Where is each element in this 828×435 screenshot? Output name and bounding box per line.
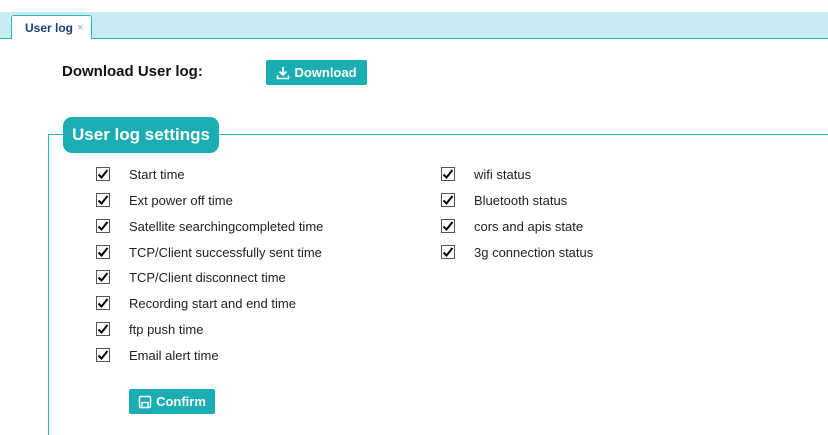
option-email-alert-time[interactable]: Email alert time — [96, 346, 219, 364]
checkbox[interactable] — [441, 193, 455, 207]
check-icon — [442, 195, 454, 205]
option-ext-power-off-time[interactable]: Ext power off time — [96, 191, 233, 209]
option-label: TCP/Client disconnect time — [129, 269, 286, 285]
checkbox[interactable] — [96, 348, 110, 362]
option-recording-time[interactable]: Recording start and end time — [96, 294, 296, 312]
checkbox[interactable] — [441, 167, 455, 181]
tab-label: User log — [25, 20, 74, 35]
option-wifi-status[interactable]: wifi status — [441, 165, 531, 183]
option-label: Email alert time — [129, 347, 219, 363]
option-satellite-searching-time[interactable]: Satellite searchingcompleted time — [96, 217, 323, 235]
checkbox[interactable] — [96, 270, 110, 284]
settings-title: User log settings — [63, 117, 219, 153]
download-button-label: Download — [294, 65, 357, 80]
check-icon — [97, 247, 109, 257]
confirm-button-label: Confirm — [156, 394, 206, 409]
check-icon — [442, 221, 454, 231]
tab-user-log[interactable]: User log × — [11, 15, 92, 39]
option-label: 3g connection status — [474, 244, 594, 260]
option-label: Ext power off time — [129, 192, 233, 208]
save-icon — [138, 395, 152, 408]
option-3g-connection-status[interactable]: 3g connection status — [441, 243, 593, 261]
option-label: ftp push time — [129, 321, 204, 337]
option-label: TCP/Client successfully sent time — [129, 244, 322, 260]
checkbox[interactable] — [441, 219, 455, 233]
option-tcp-sent-time[interactable]: TCP/Client successfully sent time — [96, 243, 322, 261]
option-label: Start time — [129, 166, 185, 182]
download-icon — [277, 66, 290, 79]
confirm-button[interactable]: Confirm — [129, 389, 215, 414]
option-label: cors and apis state — [474, 218, 584, 234]
checkbox[interactable] — [441, 245, 455, 259]
checkbox[interactable] — [96, 296, 110, 310]
checkbox[interactable] — [96, 193, 110, 207]
option-start-time[interactable]: Start time — [96, 165, 185, 183]
check-icon — [442, 169, 454, 179]
option-tcp-disconnect-time[interactable]: TCP/Client disconnect time — [96, 268, 286, 286]
close-icon[interactable]: × — [77, 22, 83, 34]
option-label: Satellite searchingcompleted time — [129, 218, 324, 234]
option-label: wifi status — [474, 166, 532, 182]
option-label: Bluetooth status — [474, 192, 568, 208]
checkbox[interactable] — [96, 322, 110, 336]
option-label: Recording start and end time — [129, 295, 296, 311]
checkbox[interactable] — [96, 219, 110, 233]
download-button[interactable]: Download — [266, 60, 367, 85]
check-icon — [97, 350, 109, 360]
check-icon — [97, 272, 109, 282]
check-icon — [97, 195, 109, 205]
option-bluetooth-status[interactable]: Bluetooth status — [441, 191, 567, 209]
check-icon — [97, 169, 109, 179]
check-icon — [97, 221, 109, 231]
check-icon — [442, 247, 454, 257]
download-label: Download User log: — [62, 63, 203, 80]
checkbox[interactable] — [96, 167, 110, 181]
option-ftp-push-time[interactable]: ftp push time — [96, 320, 203, 338]
tab-bar: User log × — [0, 12, 828, 39]
check-icon — [97, 298, 109, 308]
option-cors-apis-state[interactable]: cors and apis state — [441, 217, 583, 235]
checkbox[interactable] — [96, 245, 110, 259]
check-icon — [97, 324, 109, 334]
